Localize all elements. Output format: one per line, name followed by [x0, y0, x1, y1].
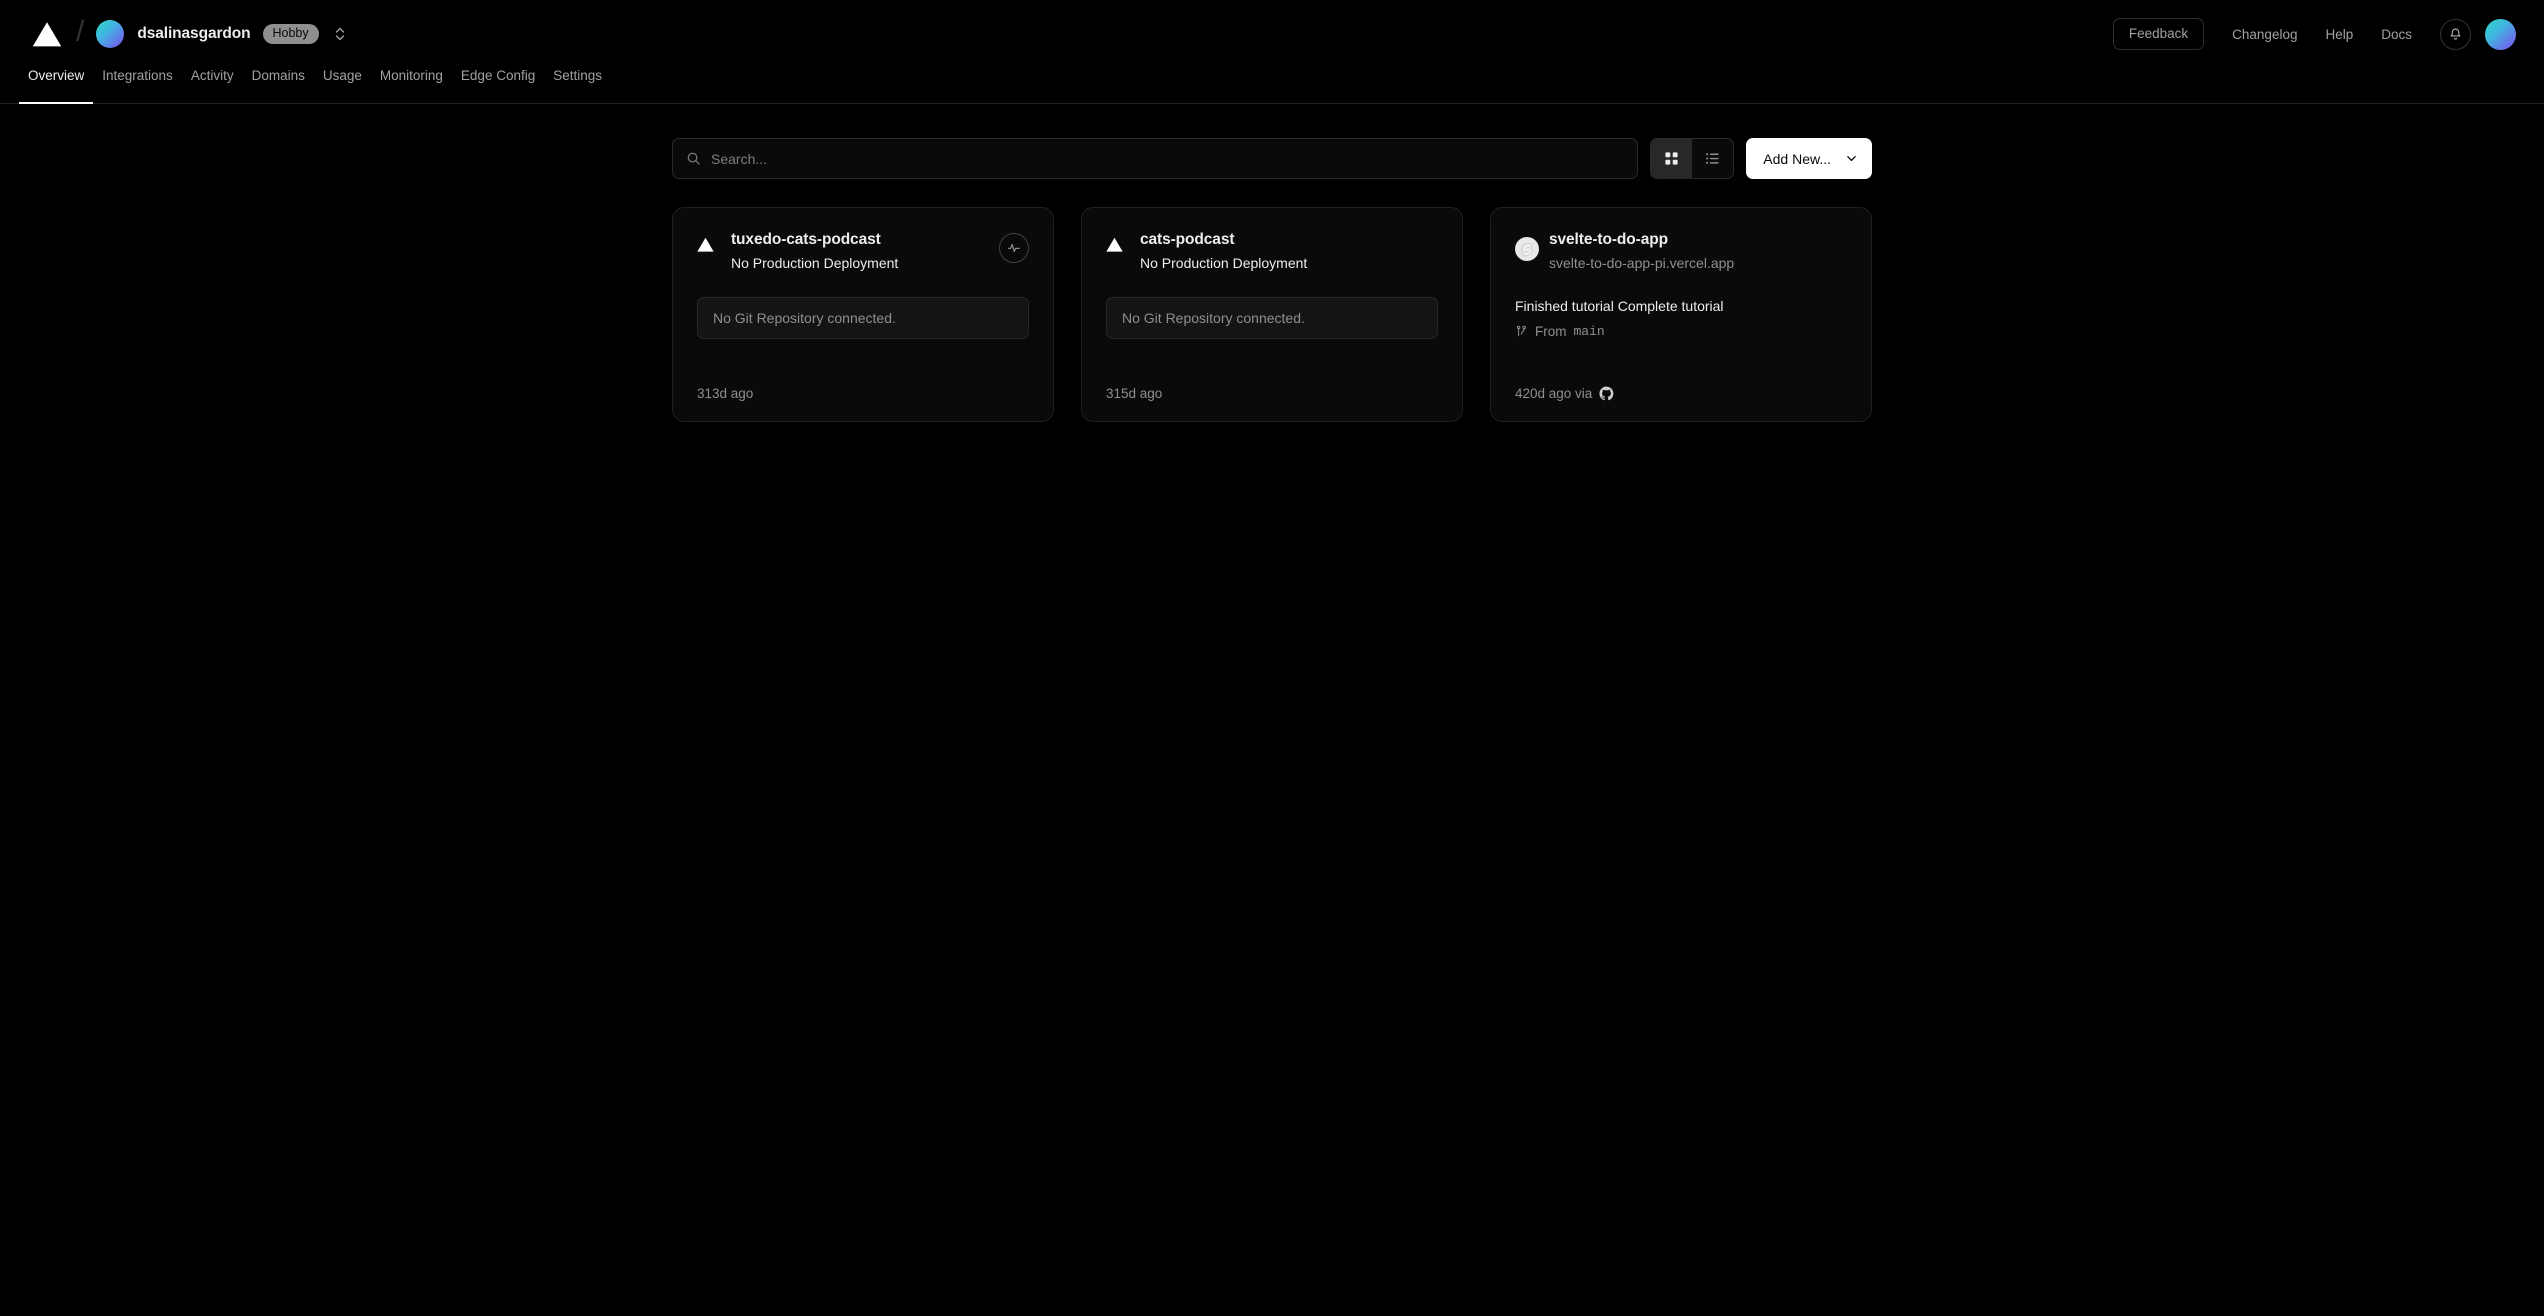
project-name: svelte-to-do-app	[1549, 231, 1668, 248]
project-deployment-status: No Production Deployment	[1140, 254, 1308, 271]
svelte-logo-icon	[1515, 237, 1539, 261]
project-timestamp: 315d ago	[1106, 386, 1163, 401]
vercel-triangle-logo-icon	[1106, 237, 1123, 252]
tab-settings-label: Settings	[553, 68, 603, 83]
tab-underline	[371, 102, 452, 104]
tab-underline	[93, 102, 182, 104]
project-card-titles: tuxedo-cats-podcast No Production Deploy…	[731, 230, 999, 274]
docs-link[interactable]: Docs	[2381, 27, 2412, 42]
add-new-button[interactable]: Add New...	[1746, 138, 1872, 179]
primary-nav-tabs: Overview Integrations Activity Domains U…	[0, 68, 2544, 104]
project-name: cats-podcast	[1140, 231, 1235, 248]
tab-overview-label: Overview	[28, 68, 85, 83]
plan-badge: Hobby	[262, 24, 319, 44]
search-icon	[687, 152, 700, 165]
project-activity-button[interactable]	[999, 233, 1029, 263]
help-link[interactable]: Help	[2325, 27, 2353, 42]
team-avatar[interactable]	[96, 20, 125, 48]
bell-icon	[2450, 28, 2461, 40]
project-card-header: svelte-to-do-app svelte-to-do-app-pi.ver…	[1515, 230, 1847, 274]
tab-activity[interactable]: Activity	[182, 68, 243, 103]
project-card[interactable]: tuxedo-cats-podcast No Production Deploy…	[672, 207, 1054, 422]
tab-monitoring-label: Monitoring	[379, 68, 443, 83]
tab-domains[interactable]: Domains	[243, 68, 314, 103]
search-input[interactable]	[711, 150, 1625, 167]
tab-underline	[182, 102, 243, 104]
notifications-button[interactable]	[2440, 18, 2471, 50]
tab-underline	[314, 102, 371, 104]
top-bar-left: / dsalinasgardon Hobby	[28, 15, 347, 49]
tab-active-underline	[19, 102, 94, 104]
main-content: Add New... tuxedo-cats-podcast No Produc…	[0, 104, 2544, 422]
project-card-header: cats-podcast No Production Deployment	[1106, 230, 1438, 274]
tab-integrations-label: Integrations	[102, 68, 173, 83]
project-card-footer: 313d ago	[697, 362, 1029, 401]
feedback-button[interactable]: Feedback	[2112, 17, 2205, 51]
list-view-button[interactable]	[1692, 139, 1733, 178]
tab-edge-config-label: Edge Config	[460, 68, 536, 83]
github-icon	[1599, 386, 1614, 401]
chevron-up-down-icon[interactable]	[333, 24, 347, 44]
project-icon	[1106, 230, 1140, 252]
project-branch-prefix: From	[1535, 324, 1567, 340]
project-icon	[1515, 230, 1549, 261]
project-icon	[697, 230, 731, 252]
tab-underline	[544, 102, 611, 104]
project-branch-row: From main	[1515, 324, 1847, 339]
tab-edge-config[interactable]: Edge Config	[452, 68, 544, 103]
project-card[interactable]: cats-podcast No Production Deployment No…	[1081, 207, 1463, 422]
view-mode-toggle	[1650, 138, 1735, 179]
activity-pulse-icon	[1008, 244, 1020, 252]
breadcrumb-separator: /	[76, 15, 85, 48]
tab-integrations[interactable]: Integrations	[93, 68, 182, 103]
grid-view-button[interactable]	[1651, 139, 1693, 178]
projects-grid: tuxedo-cats-podcast No Production Deploy…	[672, 207, 1872, 422]
project-name: tuxedo-cats-podcast	[731, 231, 881, 248]
svelte-glyph-icon	[1520, 241, 1533, 257]
project-branch-name: main	[1573, 324, 1605, 340]
chevron-down-icon	[1847, 156, 1856, 162]
tab-settings[interactable]: Settings	[544, 68, 611, 103]
grid-view-icon	[1665, 152, 1678, 165]
top-bar: / dsalinasgardon Hobby Feedback Changelo…	[0, 0, 2544, 68]
list-view-icon	[1706, 153, 1719, 164]
tab-activity-label: Activity	[190, 68, 234, 83]
project-deployment-status: No Production Deployment	[731, 254, 899, 271]
changelog-link[interactable]: Changelog	[2232, 27, 2297, 42]
tab-underline	[243, 102, 314, 104]
project-card-header: tuxedo-cats-podcast No Production Deploy…	[697, 230, 1029, 274]
add-new-label: Add New...	[1763, 150, 1831, 167]
tab-usage-label: Usage	[322, 68, 362, 83]
project-timestamp: 313d ago	[697, 386, 754, 401]
git-branch-icon	[1516, 326, 1526, 337]
vercel-triangle-logo-icon	[697, 237, 714, 252]
top-bar-right: Feedback Changelog Help Docs	[2112, 17, 2516, 51]
team-name[interactable]: dsalinasgardon	[137, 25, 250, 43]
vercel-triangle-logo-icon[interactable]	[32, 21, 62, 47]
project-card-titles: svelte-to-do-app svelte-to-do-app-pi.ver…	[1549, 230, 1847, 274]
search-box[interactable]	[672, 138, 1639, 179]
project-card[interactable]: svelte-to-do-app svelte-to-do-app-pi.ver…	[1490, 207, 1872, 422]
no-git-repo-notice: No Git Repository connected.	[697, 296, 1029, 339]
project-card-footer: 420d ago via	[1515, 362, 1847, 401]
tab-underline	[452, 102, 544, 104]
projects-toolbar: Add New...	[672, 138, 1872, 179]
tab-monitoring[interactable]: Monitoring	[371, 68, 452, 103]
no-git-repo-notice: No Git Repository connected.	[1106, 296, 1438, 339]
user-avatar[interactable]	[2485, 18, 2516, 50]
project-timestamp: 420d ago via	[1515, 386, 1593, 401]
project-commit-message: Finished tutorial Complete tutorial	[1515, 297, 1724, 314]
project-card-titles: cats-podcast No Production Deployment	[1140, 230, 1438, 274]
tab-domains-label: Domains	[251, 68, 305, 83]
tab-overview[interactable]: Overview	[19, 68, 94, 104]
tab-usage[interactable]: Usage	[314, 68, 371, 103]
project-domain[interactable]: svelte-to-do-app-pi.vercel.app	[1549, 253, 1847, 274]
project-card-footer: 315d ago	[1106, 362, 1438, 401]
